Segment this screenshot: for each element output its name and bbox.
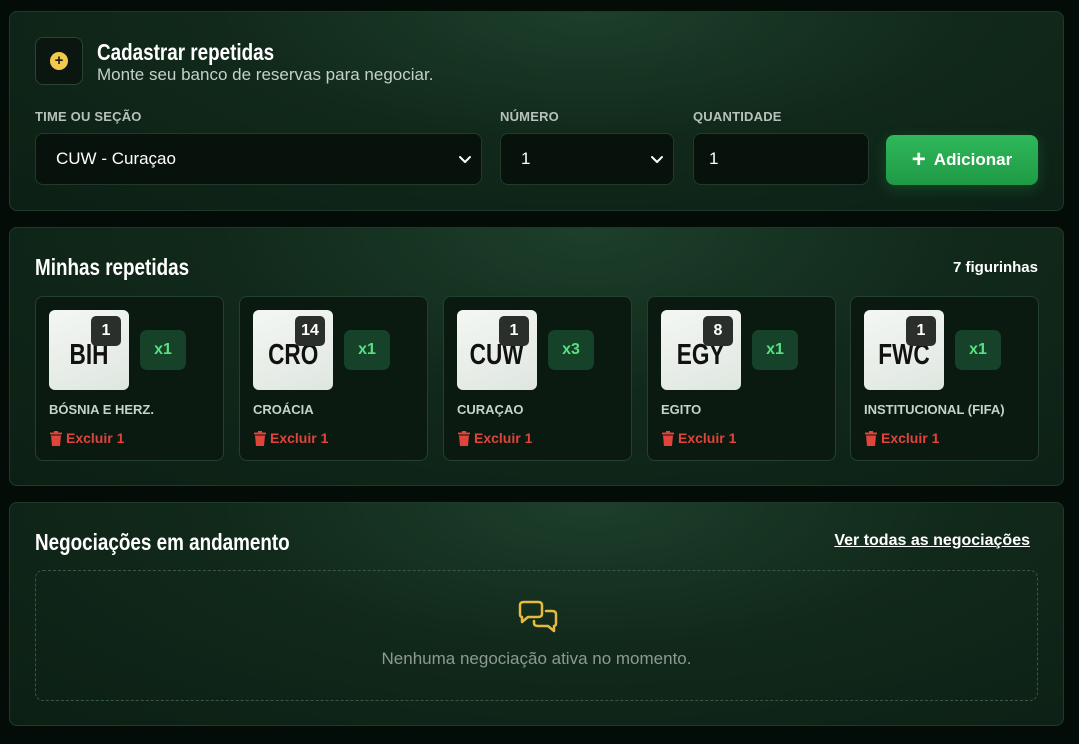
register-title: Cadastrar repetidas <box>97 39 275 65</box>
sticker-card: FWC 1 x1 INSTITUCIONAL (FIFA) Excluir 1 <box>850 296 1039 461</box>
plus-circle-icon: + <box>50 52 68 70</box>
duplicates-count: 7 figurinhas <box>952 259 1038 276</box>
team-name: CURAÇAO <box>457 402 524 417</box>
team-name: EGITO <box>661 402 702 417</box>
team-name: BÓSNIA E HERZ. <box>49 402 154 417</box>
sticker-image: FWC 1 <box>864 310 944 390</box>
register-panel: + Cadastrar repetidas Monte seu banco de… <box>9 11 1064 211</box>
quantity-label: QUANTIDADE <box>693 109 782 124</box>
sticker-image: CUW 1 <box>457 310 537 390</box>
number-label: NÚMERO <box>500 109 559 124</box>
sticker-card: EGY 8 x1 EGITO Excluir 1 <box>647 296 836 461</box>
trash-icon <box>865 430 877 446</box>
add-button-label: Adicionar <box>933 150 1013 169</box>
delete-button[interactable]: Excluir 1 <box>457 430 532 446</box>
empty-message: Nenhuma negociação ativa no momento. <box>381 649 692 668</box>
chevron-down-icon <box>459 156 471 163</box>
delete-button[interactable]: Excluir 1 <box>661 430 736 446</box>
quantity-badge: x1 <box>955 330 1001 370</box>
delete-label: Excluir 1 <box>881 430 940 446</box>
duplicates-title: Minhas repetidas <box>35 254 190 280</box>
sticker-image: BIH 1 <box>49 310 129 390</box>
team-select-value: CUW - Curaçao <box>56 149 176 168</box>
quantity-badge: x1 <box>344 330 390 370</box>
team-name: INSTITUCIONAL (FIFA) <box>864 402 1005 417</box>
sticker-number: 1 <box>906 316 936 346</box>
empty-state: Nenhuma negociação ativa no momento. <box>35 570 1038 701</box>
quantity-input-value: 1 <box>709 149 719 168</box>
delete-button[interactable]: Excluir 1 <box>253 430 328 446</box>
delete-button[interactable]: Excluir 1 <box>49 430 124 446</box>
sticker-card: CRO 14 x1 CROÁCIA Excluir 1 <box>239 296 428 461</box>
trash-icon <box>458 430 470 446</box>
trash-icon <box>254 430 266 446</box>
register-subtitle: Monte seu banco de reservas para negocia… <box>97 65 434 84</box>
chevron-down-icon <box>651 156 663 163</box>
add-button[interactable]: + Adicionar <box>886 135 1038 185</box>
sticker-card: CUW 1 x3 CURAÇAO Excluir 1 <box>443 296 632 461</box>
sticker-image: EGY 8 <box>661 310 741 390</box>
chat-bubbles-icon <box>518 600 558 633</box>
delete-label: Excluir 1 <box>66 430 125 446</box>
negotiations-panel: Negociações em andamento Ver todas as ne… <box>9 502 1064 726</box>
view-all-negotiations-link[interactable]: Ver todas as negociações <box>834 532 1030 550</box>
plus-icon: + <box>911 146 926 173</box>
negotiations-title: Negociações em andamento <box>35 529 290 555</box>
duplicates-panel: Minhas repetidas 7 figurinhas BIH 1 x1 B… <box>9 227 1064 486</box>
sticker-number: 1 <box>91 316 121 346</box>
quantity-badge: x1 <box>752 330 798 370</box>
delete-label: Excluir 1 <box>270 430 329 446</box>
number-select-value: 1 <box>521 149 531 168</box>
number-select[interactable]: 1 <box>500 133 674 185</box>
trash-icon <box>662 430 674 446</box>
sticker-number: 8 <box>703 316 733 346</box>
team-name: CROÁCIA <box>253 402 314 417</box>
team-select[interactable]: CUW - Curaçao <box>35 133 482 185</box>
delete-button[interactable]: Excluir 1 <box>864 430 939 446</box>
quantity-badge: x3 <box>548 330 594 370</box>
delete-label: Excluir 1 <box>474 430 533 446</box>
quantity-input[interactable]: 1 <box>693 133 869 185</box>
delete-label: Excluir 1 <box>678 430 737 446</box>
add-badge: + <box>35 37 83 85</box>
sticker-image: CRO 14 <box>253 310 333 390</box>
team-label: TIME OU SEÇÃO <box>35 109 142 124</box>
sticker-number: 1 <box>499 316 529 346</box>
sticker-card: BIH 1 x1 BÓSNIA E HERZ. Excluir 1 <box>35 296 224 461</box>
quantity-badge: x1 <box>140 330 186 370</box>
sticker-number: 14 <box>295 316 325 346</box>
trash-icon <box>50 430 62 446</box>
